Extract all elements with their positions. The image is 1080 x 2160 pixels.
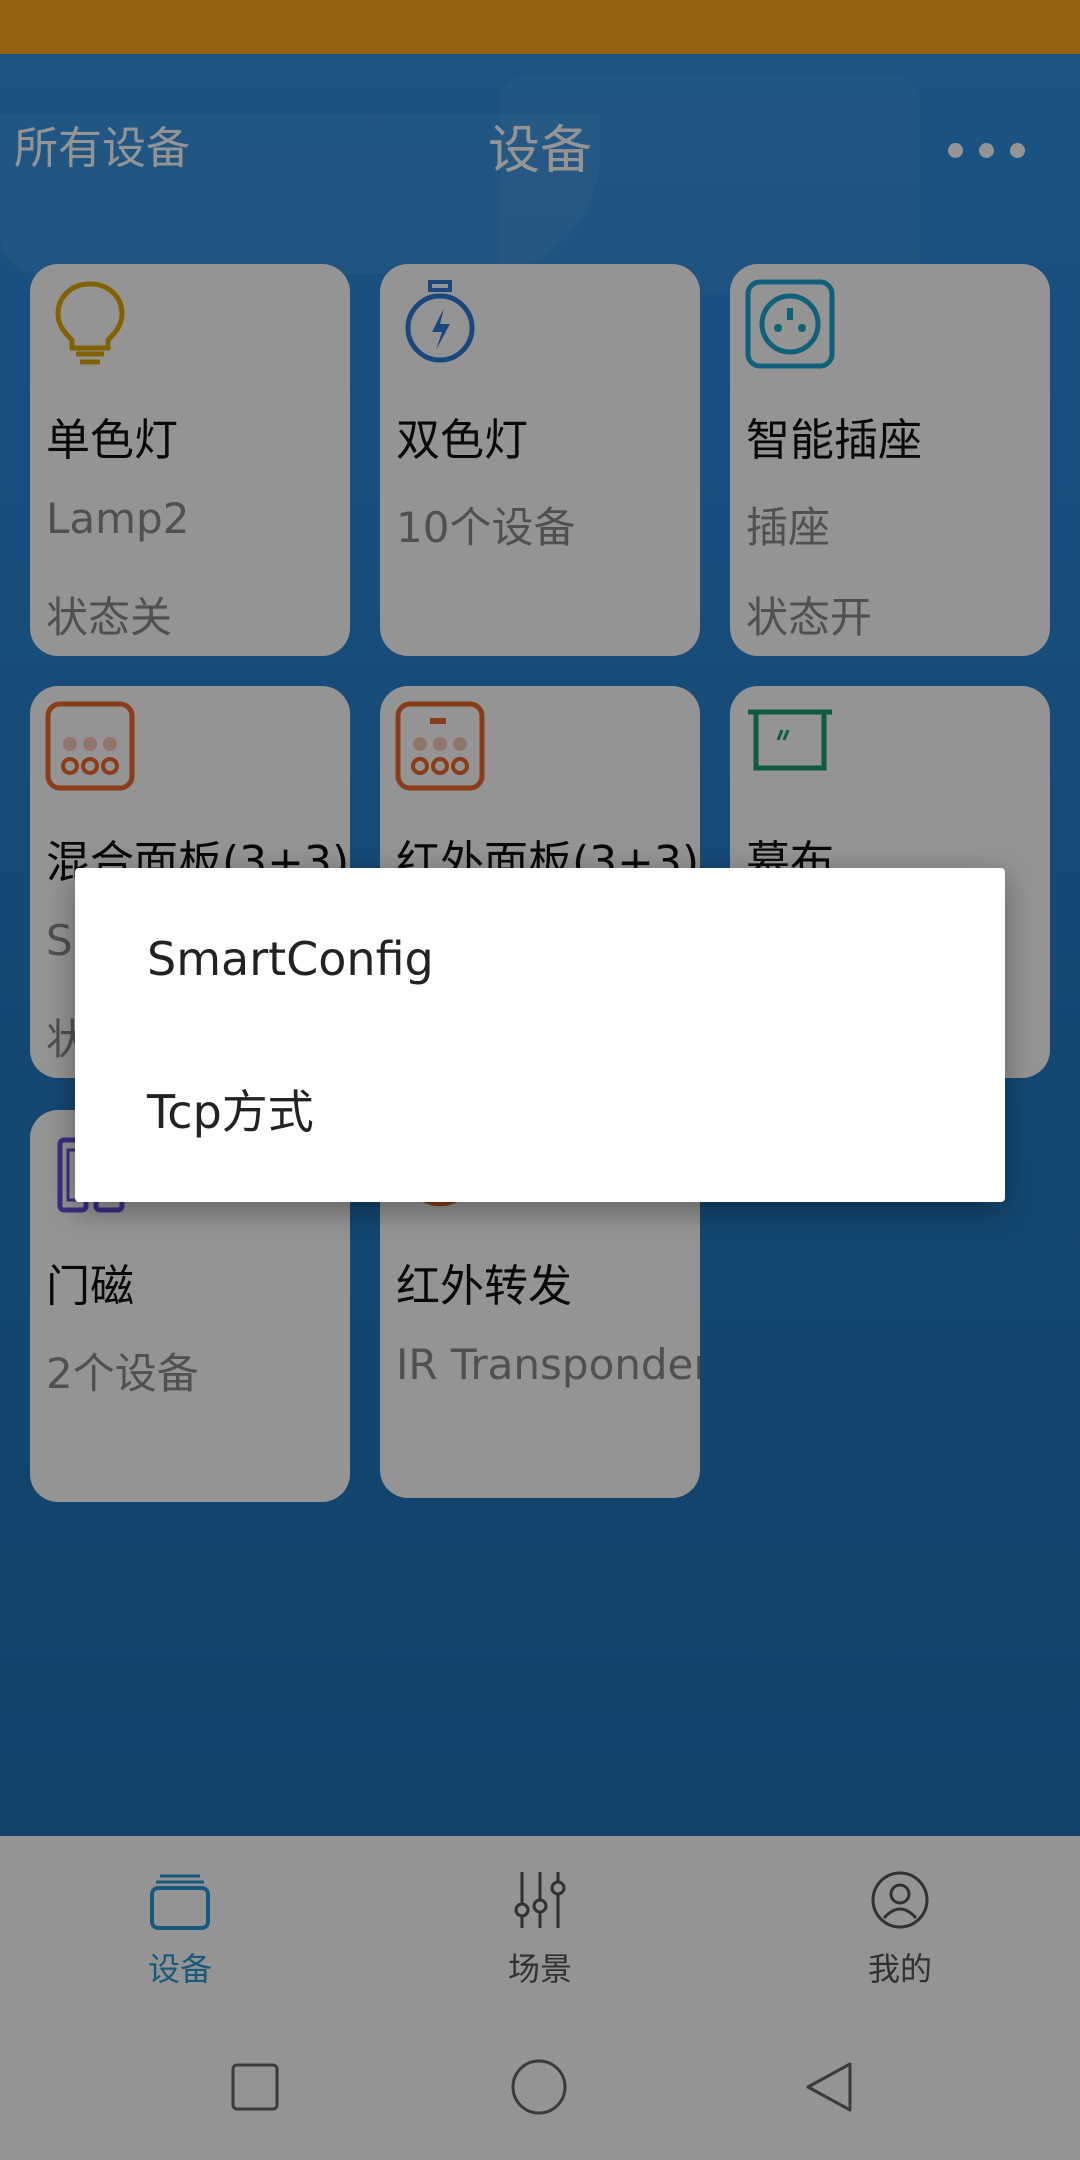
option-tcp[interactable]: Tcp方式	[147, 1076, 314, 1142]
option-smartconfig[interactable]: SmartConfig	[147, 932, 434, 986]
config-mode-dialog: SmartConfig Tcp方式	[75, 868, 1005, 1202]
